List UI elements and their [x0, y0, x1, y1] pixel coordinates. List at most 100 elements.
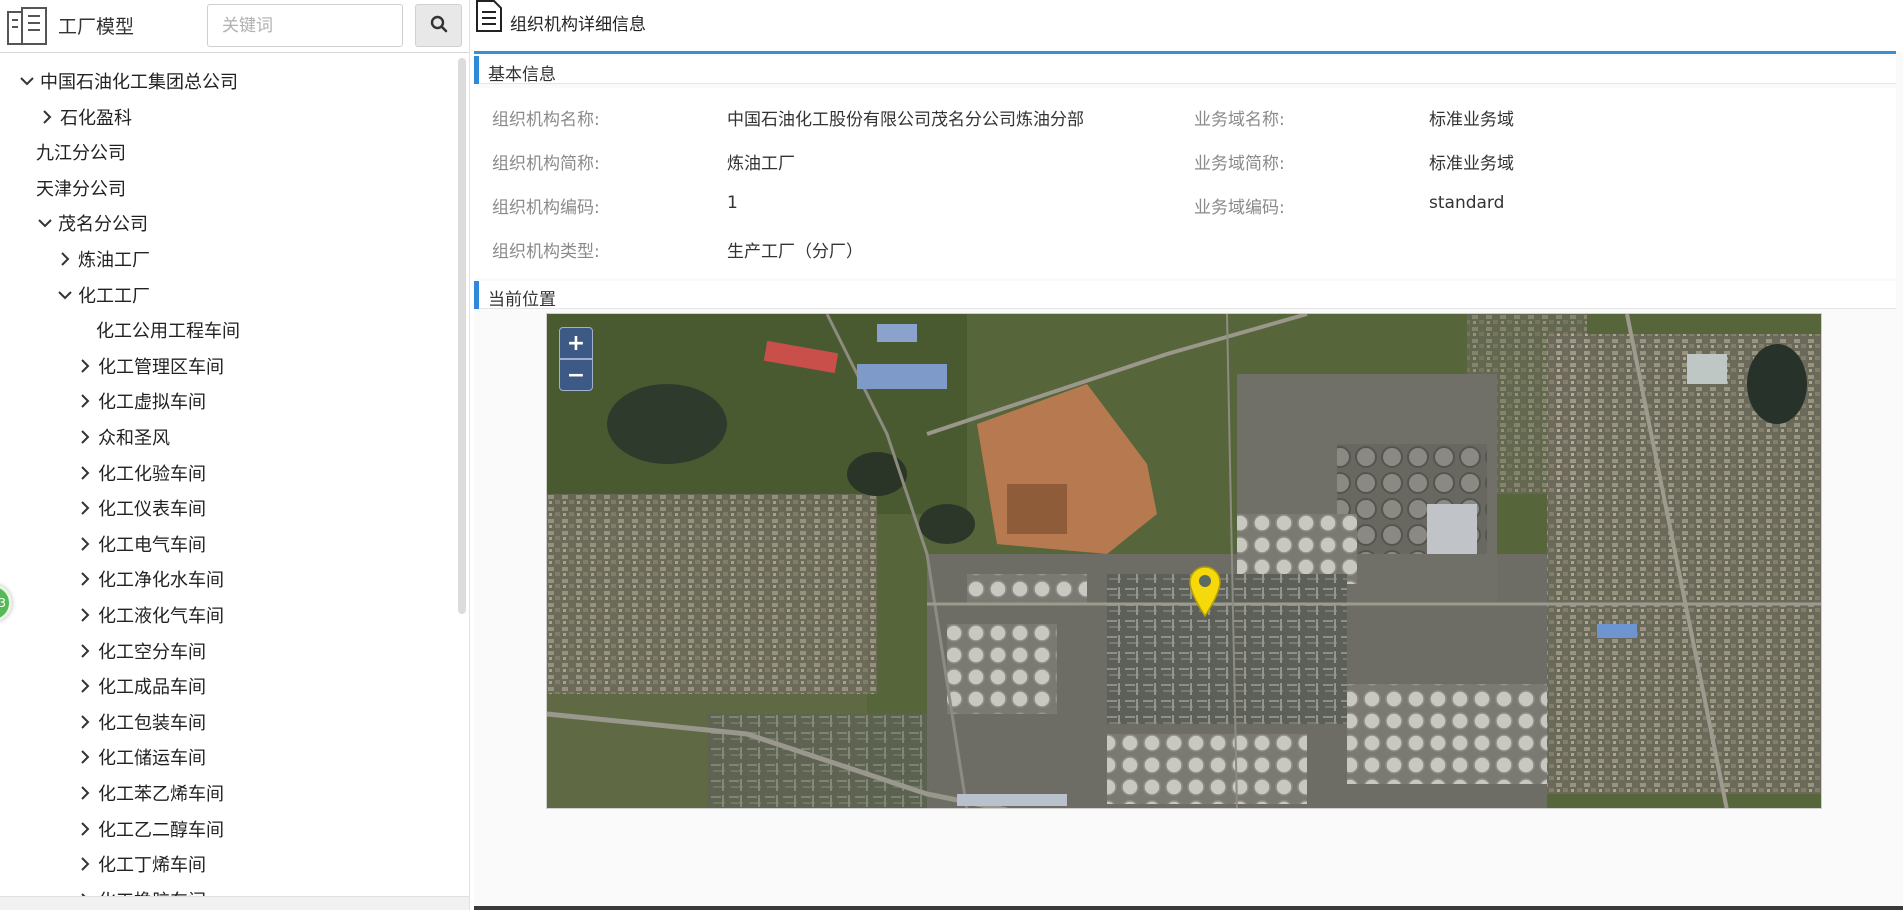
- chevron-right-icon[interactable]: [76, 464, 94, 482]
- section-title: 当前位置: [488, 290, 556, 310]
- chevron-right-icon[interactable]: [56, 250, 74, 268]
- chevron-right-icon[interactable]: [76, 855, 94, 873]
- org-name-value: 中国石油化工股份有限公司茂名分公司炼油分部: [727, 110, 1084, 130]
- chevron-down-icon[interactable]: [36, 214, 54, 232]
- chevron-right-icon[interactable]: [76, 392, 94, 410]
- panel-title: 工厂模型: [58, 16, 135, 38]
- tree-node[interactable]: 天津分公司: [36, 173, 126, 203]
- tree-node-label: 茂名分公司: [58, 214, 148, 235]
- tree-node-label: 化工包装车间: [98, 713, 206, 734]
- page-title: 组织机构详细信息: [510, 15, 646, 35]
- zoom-in-button[interactable]: +: [559, 327, 593, 359]
- tree-node[interactable]: 中国石油化工集团总公司: [18, 66, 238, 96]
- basic-info-header: 基本信息: [474, 56, 1896, 85]
- chevron-right-icon[interactable]: [76, 357, 94, 375]
- tree-node[interactable]: 茂名分公司: [36, 208, 148, 238]
- org-type-value: 生产工厂（分厂）: [727, 242, 863, 262]
- tree-node[interactable]: 九江分公司: [36, 137, 126, 167]
- tree-node[interactable]: 炼油工厂: [56, 244, 150, 274]
- tree-node-label: 炼油工厂: [78, 250, 150, 271]
- chevron-right-icon[interactable]: [76, 606, 94, 624]
- search-icon: [430, 15, 448, 37]
- tree-node[interactable]: 石化盈科: [38, 102, 132, 132]
- bottom-border: [474, 906, 1903, 910]
- chevron-right-icon[interactable]: [76, 713, 94, 731]
- badge-count: 3: [0, 596, 6, 610]
- tree-node-label: 化工管理区车间: [98, 357, 224, 378]
- right-panel-header: 组织机构详细信息: [474, 0, 1903, 54]
- search-input[interactable]: [207, 4, 403, 47]
- satellite-imagery: [547, 314, 1821, 808]
- left-panel-header: 工厂模型: [0, 0, 469, 52]
- tree-node[interactable]: 化工公用工程车间: [96, 315, 240, 345]
- left-panel: 工厂模型 中国石油化工集团总公司石化盈科九江分公司天津分公司茂名分公司炼油工厂化…: [0, 0, 470, 910]
- chevron-right-icon[interactable]: [76, 428, 94, 446]
- basic-info-panel: 组织机构名称: 中国石油化工股份有限公司茂名分公司炼油分部 业务域名称: 标准业…: [474, 88, 1896, 278]
- tree-node-label: 九江分公司: [36, 143, 126, 164]
- tree-node-label: 中国石油化工集团总公司: [40, 72, 238, 93]
- tree-node[interactable]: 化工储运车间: [76, 742, 206, 772]
- floating-badge[interactable]: 3: [0, 584, 12, 622]
- chevron-right-icon[interactable]: [38, 108, 56, 126]
- domain-name-value: 标准业务域: [1429, 110, 1514, 130]
- domain-short-name-value: 标准业务域: [1429, 154, 1514, 174]
- tree-node-label: 化工虚拟车间: [98, 392, 206, 413]
- chevron-right-icon[interactable]: [76, 748, 94, 766]
- domain-short-name-label: 业务域简称:: [1194, 154, 1285, 174]
- org-code-label: 组织机构编码:: [492, 198, 600, 218]
- search-button[interactable]: [415, 4, 462, 47]
- horizontal-scrollbar[interactable]: [0, 896, 469, 910]
- tree-node[interactable]: 化工苯乙烯车间: [76, 778, 224, 808]
- tree-node-label: 化工成品车间: [98, 677, 206, 698]
- chevron-right-icon[interactable]: [76, 677, 94, 695]
- divider: [0, 52, 469, 53]
- scrollbar[interactable]: [458, 58, 466, 614]
- domain-code-label: 业务域编码:: [1194, 198, 1285, 218]
- section-accent-bar: [474, 56, 479, 84]
- tree-node[interactable]: 化工化验车间: [76, 458, 206, 488]
- tree-node[interactable]: 化工管理区车间: [76, 351, 224, 381]
- tree-node[interactable]: 化工工厂: [56, 280, 150, 310]
- tree-node[interactable]: 化工仪表车间: [76, 493, 206, 523]
- tree-node[interactable]: 化工成品车间: [76, 671, 206, 701]
- tree-node[interactable]: 化工净化水车间: [76, 564, 224, 594]
- chevron-right-icon[interactable]: [76, 570, 94, 588]
- tree-node[interactable]: 化工液化气车间: [76, 600, 224, 630]
- tree-node-label: 化工公用工程车间: [96, 321, 240, 342]
- map-pin-icon[interactable]: [1187, 564, 1223, 618]
- chevron-down-icon[interactable]: [18, 72, 36, 90]
- tree-node[interactable]: 化工包装车间: [76, 707, 206, 737]
- tree-node-label: 化工液化气车间: [98, 606, 224, 627]
- tree-node-label: 化工工厂: [78, 286, 150, 307]
- chevron-right-icon[interactable]: [76, 535, 94, 553]
- tree-node[interactable]: 化工乙二醇车间: [76, 814, 224, 844]
- domain-code-value: standard: [1429, 193, 1505, 213]
- header-divider: [474, 51, 1896, 54]
- zoom-out-button[interactable]: −: [559, 359, 593, 391]
- org-short-name-value: 炼油工厂: [727, 154, 795, 174]
- right-panel: 组织机构详细信息 基本信息 组织机构名称: 中国石油化工股份有限公司茂名分公司炼…: [474, 0, 1903, 910]
- tree-node[interactable]: 化工虚拟车间: [76, 386, 206, 416]
- tree-node[interactable]: 化工丁烯车间: [76, 849, 206, 879]
- chevron-right-icon[interactable]: [76, 784, 94, 802]
- tree-node-label: 化工丁烯车间: [98, 855, 206, 876]
- domain-name-label: 业务域名称:: [1194, 110, 1285, 130]
- tree-node-label: 化工苯乙烯车间: [98, 784, 224, 805]
- section-title: 基本信息: [488, 65, 556, 85]
- chevron-right-icon[interactable]: [76, 499, 94, 517]
- tree-node[interactable]: 化工电气车间: [76, 529, 206, 559]
- org-code-value: 1: [727, 193, 738, 213]
- location-header: 当前位置: [474, 281, 1896, 310]
- tree-node[interactable]: 化工空分车间: [76, 636, 206, 666]
- building-icon: [6, 6, 50, 46]
- chevron-right-icon[interactable]: [76, 820, 94, 838]
- document-icon: [474, 0, 504, 32]
- tree-node[interactable]: 众和圣风: [76, 422, 170, 452]
- tree-node-label: 化工乙二醇车间: [98, 820, 224, 841]
- satellite-map[interactable]: + −: [546, 313, 1822, 809]
- chevron-right-icon[interactable]: [76, 642, 94, 660]
- chevron-down-icon[interactable]: [56, 286, 74, 304]
- org-type-label: 组织机构类型:: [492, 242, 600, 262]
- org-name-label: 组织机构名称:: [492, 110, 600, 130]
- tree-node-label: 化工化验车间: [98, 464, 206, 485]
